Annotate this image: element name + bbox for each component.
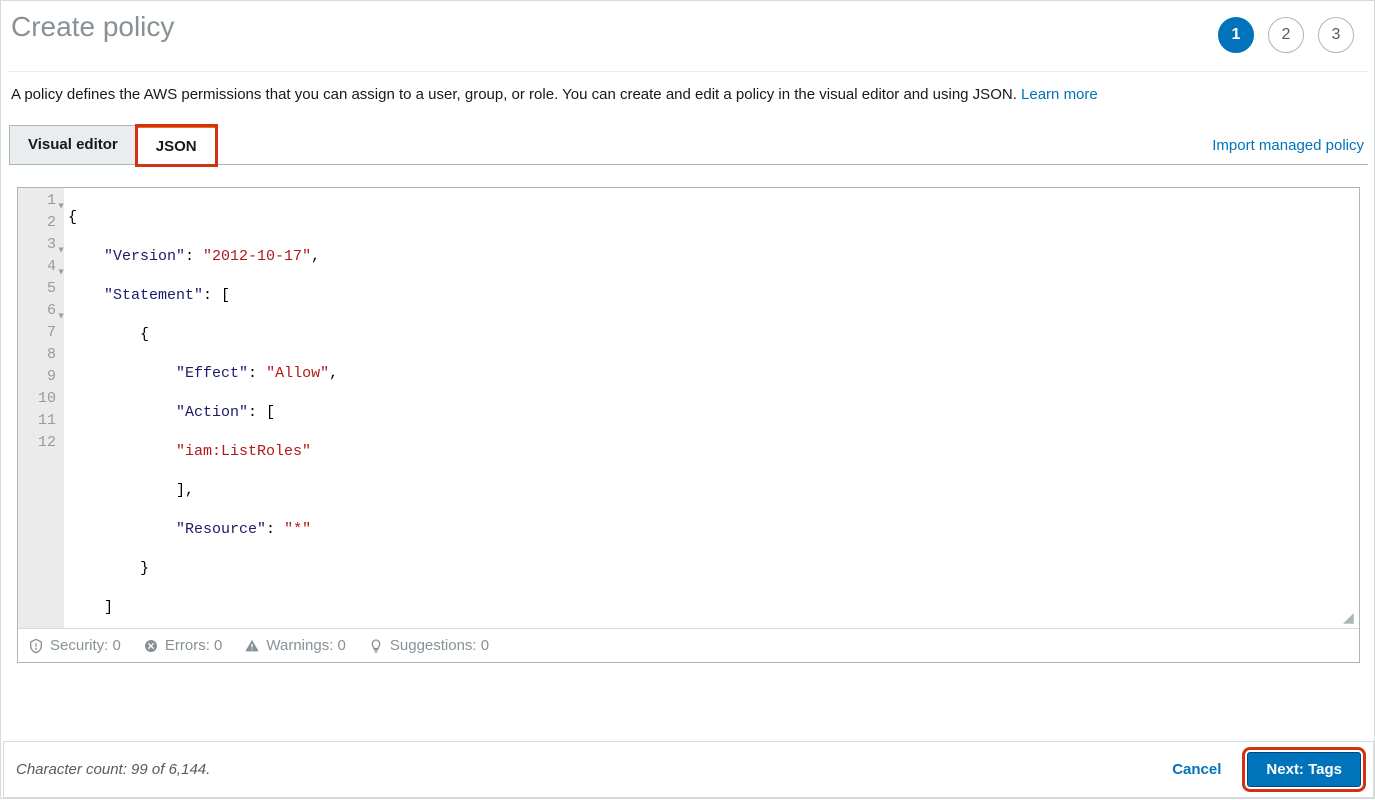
line-gutter: 1 2 3 4 5 6 7 8 9 10 11 12: [18, 188, 64, 628]
import-managed-policy-link[interactable]: Import managed policy: [1212, 137, 1368, 164]
learn-more-link[interactable]: Learn more: [1021, 86, 1098, 103]
gutter-line: 10: [24, 388, 56, 410]
status-security[interactable]: Security: 0: [28, 637, 121, 654]
tab-visual-editor[interactable]: Visual editor: [9, 125, 137, 164]
code-token: }: [140, 560, 149, 577]
error-icon: [143, 638, 159, 654]
resize-handle-icon[interactable]: ◢: [1343, 612, 1357, 626]
gutter-line: 12: [24, 432, 56, 454]
gutter-line: 8: [24, 344, 56, 366]
gutter-line: 5: [24, 278, 56, 300]
step-1[interactable]: 1: [1218, 17, 1254, 53]
wizard-steps: 1 2 3: [1218, 17, 1354, 53]
next-tags-button[interactable]: Next: Tags: [1247, 752, 1361, 787]
shield-icon: [28, 638, 44, 654]
gutter-line: 11: [24, 410, 56, 432]
code-token: "*": [284, 521, 311, 538]
code-token: "Statement": [104, 287, 203, 304]
cancel-button[interactable]: Cancel: [1162, 753, 1231, 786]
step-2[interactable]: 2: [1268, 17, 1304, 53]
page-header: Create policy 1 2 3: [9, 9, 1368, 72]
footer-bar: Character count: 99 of 6,144. Cancel Nex…: [3, 741, 1374, 798]
page-title: Create policy: [11, 11, 174, 43]
code-content[interactable]: { "Version": "2012-10-17", "Statement": …: [64, 188, 1359, 628]
status-warnings-label: Warnings: 0: [266, 637, 345, 654]
tab-json[interactable]: JSON: [137, 126, 216, 165]
code-area[interactable]: 1 2 3 4 5 6 7 8 9 10 11 12 { "Version": …: [18, 188, 1359, 628]
code-token: "Action": [176, 404, 248, 421]
character-count: Character count: 99 of 6,144.: [16, 761, 210, 778]
gutter-line: 7: [24, 322, 56, 344]
code-token: "Resource": [176, 521, 266, 538]
status-errors-label: Errors: 0: [165, 637, 223, 654]
code-token: "Allow": [266, 365, 329, 382]
status-errors[interactable]: Errors: 0: [143, 637, 223, 654]
gutter-line: 9: [24, 366, 56, 388]
gutter-line: 6: [24, 300, 56, 322]
code-token: "Effect": [176, 365, 248, 382]
description-text: A policy defines the AWS permissions tha…: [11, 86, 1021, 103]
status-suggestions-label: Suggestions: 0: [390, 637, 489, 654]
gutter-line: 4: [24, 256, 56, 278]
code-token: {: [68, 209, 77, 226]
step-3[interactable]: 3: [1318, 17, 1354, 53]
gutter-line: 2: [24, 212, 56, 234]
tab-row: Visual editor JSON Import managed policy: [9, 125, 1368, 165]
status-warnings[interactable]: Warnings: 0: [244, 637, 345, 654]
warning-icon: [244, 638, 260, 654]
editor-status-bar: Security: 0 Errors: 0 Warnings: 0 Sugges…: [18, 628, 1359, 662]
code-token: {: [140, 326, 149, 343]
policy-description: A policy defines the AWS permissions tha…: [9, 72, 1368, 109]
gutter-line: 1: [24, 190, 56, 212]
code-token: "iam:ListRoles": [176, 443, 311, 460]
code-token: "2012-10-17": [203, 248, 311, 265]
gutter-line: 3: [24, 234, 56, 256]
status-suggestions[interactable]: Suggestions: 0: [368, 637, 489, 654]
json-editor: 1 2 3 4 5 6 7 8 9 10 11 12 { "Version": …: [17, 187, 1360, 663]
lightbulb-icon: [368, 638, 384, 654]
status-security-label: Security: 0: [50, 637, 121, 654]
code-token: "Version": [104, 248, 185, 265]
